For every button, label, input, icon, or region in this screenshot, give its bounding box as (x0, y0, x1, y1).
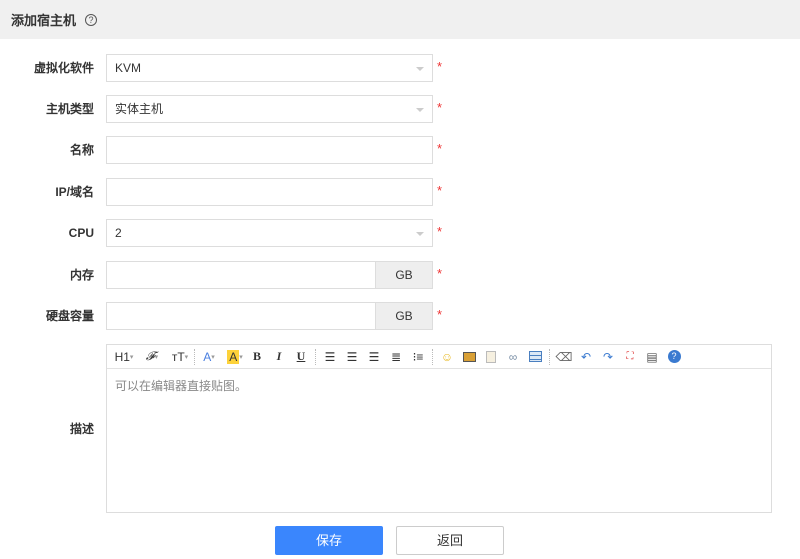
font-size-button[interactable]: тT ▾ (169, 348, 191, 366)
virt-label: 虚拟化软件 (33, 61, 94, 75)
separator (315, 348, 316, 365)
undo-icon[interactable]: ↶ (575, 348, 597, 366)
ordered-list-icon[interactable]: ≣ (385, 348, 407, 366)
chevron-down-icon (416, 67, 424, 71)
separator (194, 348, 195, 365)
memory-input[interactable] (106, 261, 376, 289)
align-center-icon[interactable]: ☰ (341, 348, 363, 366)
back-button[interactable]: 返回 (396, 526, 504, 555)
heading-label: H1 (114, 349, 130, 364)
cpu-value: 2 (115, 226, 122, 240)
virt-value: KVM (115, 61, 142, 75)
separator (432, 348, 433, 365)
disk-unit: GB (376, 302, 433, 330)
required-mark: * (437, 100, 443, 115)
cpu-select[interactable]: 2 (106, 219, 433, 247)
bg-color-icon: A (227, 349, 240, 364)
ip-input[interactable] (106, 178, 433, 206)
paste-icon[interactable]: ▤ (641, 348, 663, 366)
row-disk: 硬盘容量 GB * (0, 302, 800, 330)
virt-select[interactable]: KVM (106, 54, 433, 82)
table-icon[interactable] (524, 348, 546, 366)
required-mark: * (437, 266, 443, 281)
memory-unit: GB (376, 261, 433, 289)
underline-button[interactable]: U (290, 348, 312, 366)
chevron-down-icon (416, 232, 424, 236)
align-right-icon[interactable]: ☰ (363, 348, 385, 366)
row-ip: IP/域名 * (0, 178, 800, 206)
font-icon: 𝓕 (145, 349, 155, 363)
separator (549, 348, 550, 365)
cpu-label: CPU (68, 226, 94, 240)
required-mark: * (437, 183, 443, 198)
eraser-icon[interactable]: ⌫ (553, 348, 575, 366)
row-virt: 虚拟化软件 KVM * (0, 54, 800, 82)
emoji-icon[interactable]: ☺ (436, 348, 458, 366)
italic-button[interactable]: I (268, 348, 290, 366)
ip-label: IP/域名 (55, 185, 94, 199)
row-name: 名称 * (0, 136, 800, 164)
required-mark: * (437, 141, 443, 156)
editor-toolbar: H1 ▾ 𝓕 ▾ тT ▾ A ▾ A ▾ B I U ☰ ☰ ☰ ≣ ⁝≡ ☺ ∞ ⌫ … (107, 345, 771, 369)
page-header: 添加宿主机 ? (0, 0, 800, 39)
unordered-list-icon[interactable]: ⁝≡ (407, 348, 429, 366)
disk-label: 硬盘容量 (45, 309, 94, 323)
desc-label: 描述 (69, 422, 94, 436)
bold-button[interactable]: B (246, 348, 268, 366)
editor-content[interactable]: 可以在编辑器直接贴图。 (107, 369, 771, 402)
font-color-button[interactable]: A ▾ (198, 348, 220, 366)
redo-icon[interactable]: ↷ (597, 348, 619, 366)
fullscreen-icon[interactable]: ⛶ (619, 348, 641, 366)
host-type-label: 主机类型 (45, 102, 94, 116)
rich-text-editor: H1 ▾ 𝓕 ▾ тT ▾ A ▾ A ▾ B I U ☰ ☰ ☰ ≣ ⁝≡ ☺ ∞ ⌫ … (106, 344, 772, 513)
memory-label: 内存 (69, 268, 94, 282)
row-host-type: 主机类型 实体主机 * (0, 95, 800, 123)
required-mark: * (437, 307, 443, 322)
font-family-button[interactable]: 𝓕 ▾ (141, 348, 163, 366)
insert-code-icon[interactable] (480, 348, 502, 366)
font-size-icon: тT (171, 349, 185, 364)
required-mark: * (437, 224, 443, 239)
page-title: 添加宿主机 (11, 13, 77, 28)
link-icon[interactable]: ∞ (502, 348, 524, 366)
help-icon[interactable]: ? (85, 13, 98, 26)
host-type-select[interactable]: 实体主机 (106, 95, 433, 123)
row-memory: 内存 GB * (0, 261, 800, 289)
disk-input[interactable] (106, 302, 376, 330)
host-type-value: 实体主机 (115, 102, 164, 116)
heading-button[interactable]: H1 ▾ (113, 348, 135, 366)
row-cpu: CPU 2 * (0, 219, 800, 247)
required-mark: * (437, 59, 443, 74)
save-button[interactable]: 保存 (275, 526, 383, 555)
help-icon[interactable]: ? (663, 348, 685, 366)
font-color-icon: A (203, 349, 212, 364)
align-left-icon[interactable]: ☰ (319, 348, 341, 366)
bg-color-button[interactable]: A ▾ (224, 348, 246, 366)
chevron-down-icon (416, 108, 424, 112)
name-label: 名称 (69, 143, 94, 157)
name-input[interactable] (106, 136, 433, 164)
insert-image-icon[interactable] (458, 348, 480, 366)
